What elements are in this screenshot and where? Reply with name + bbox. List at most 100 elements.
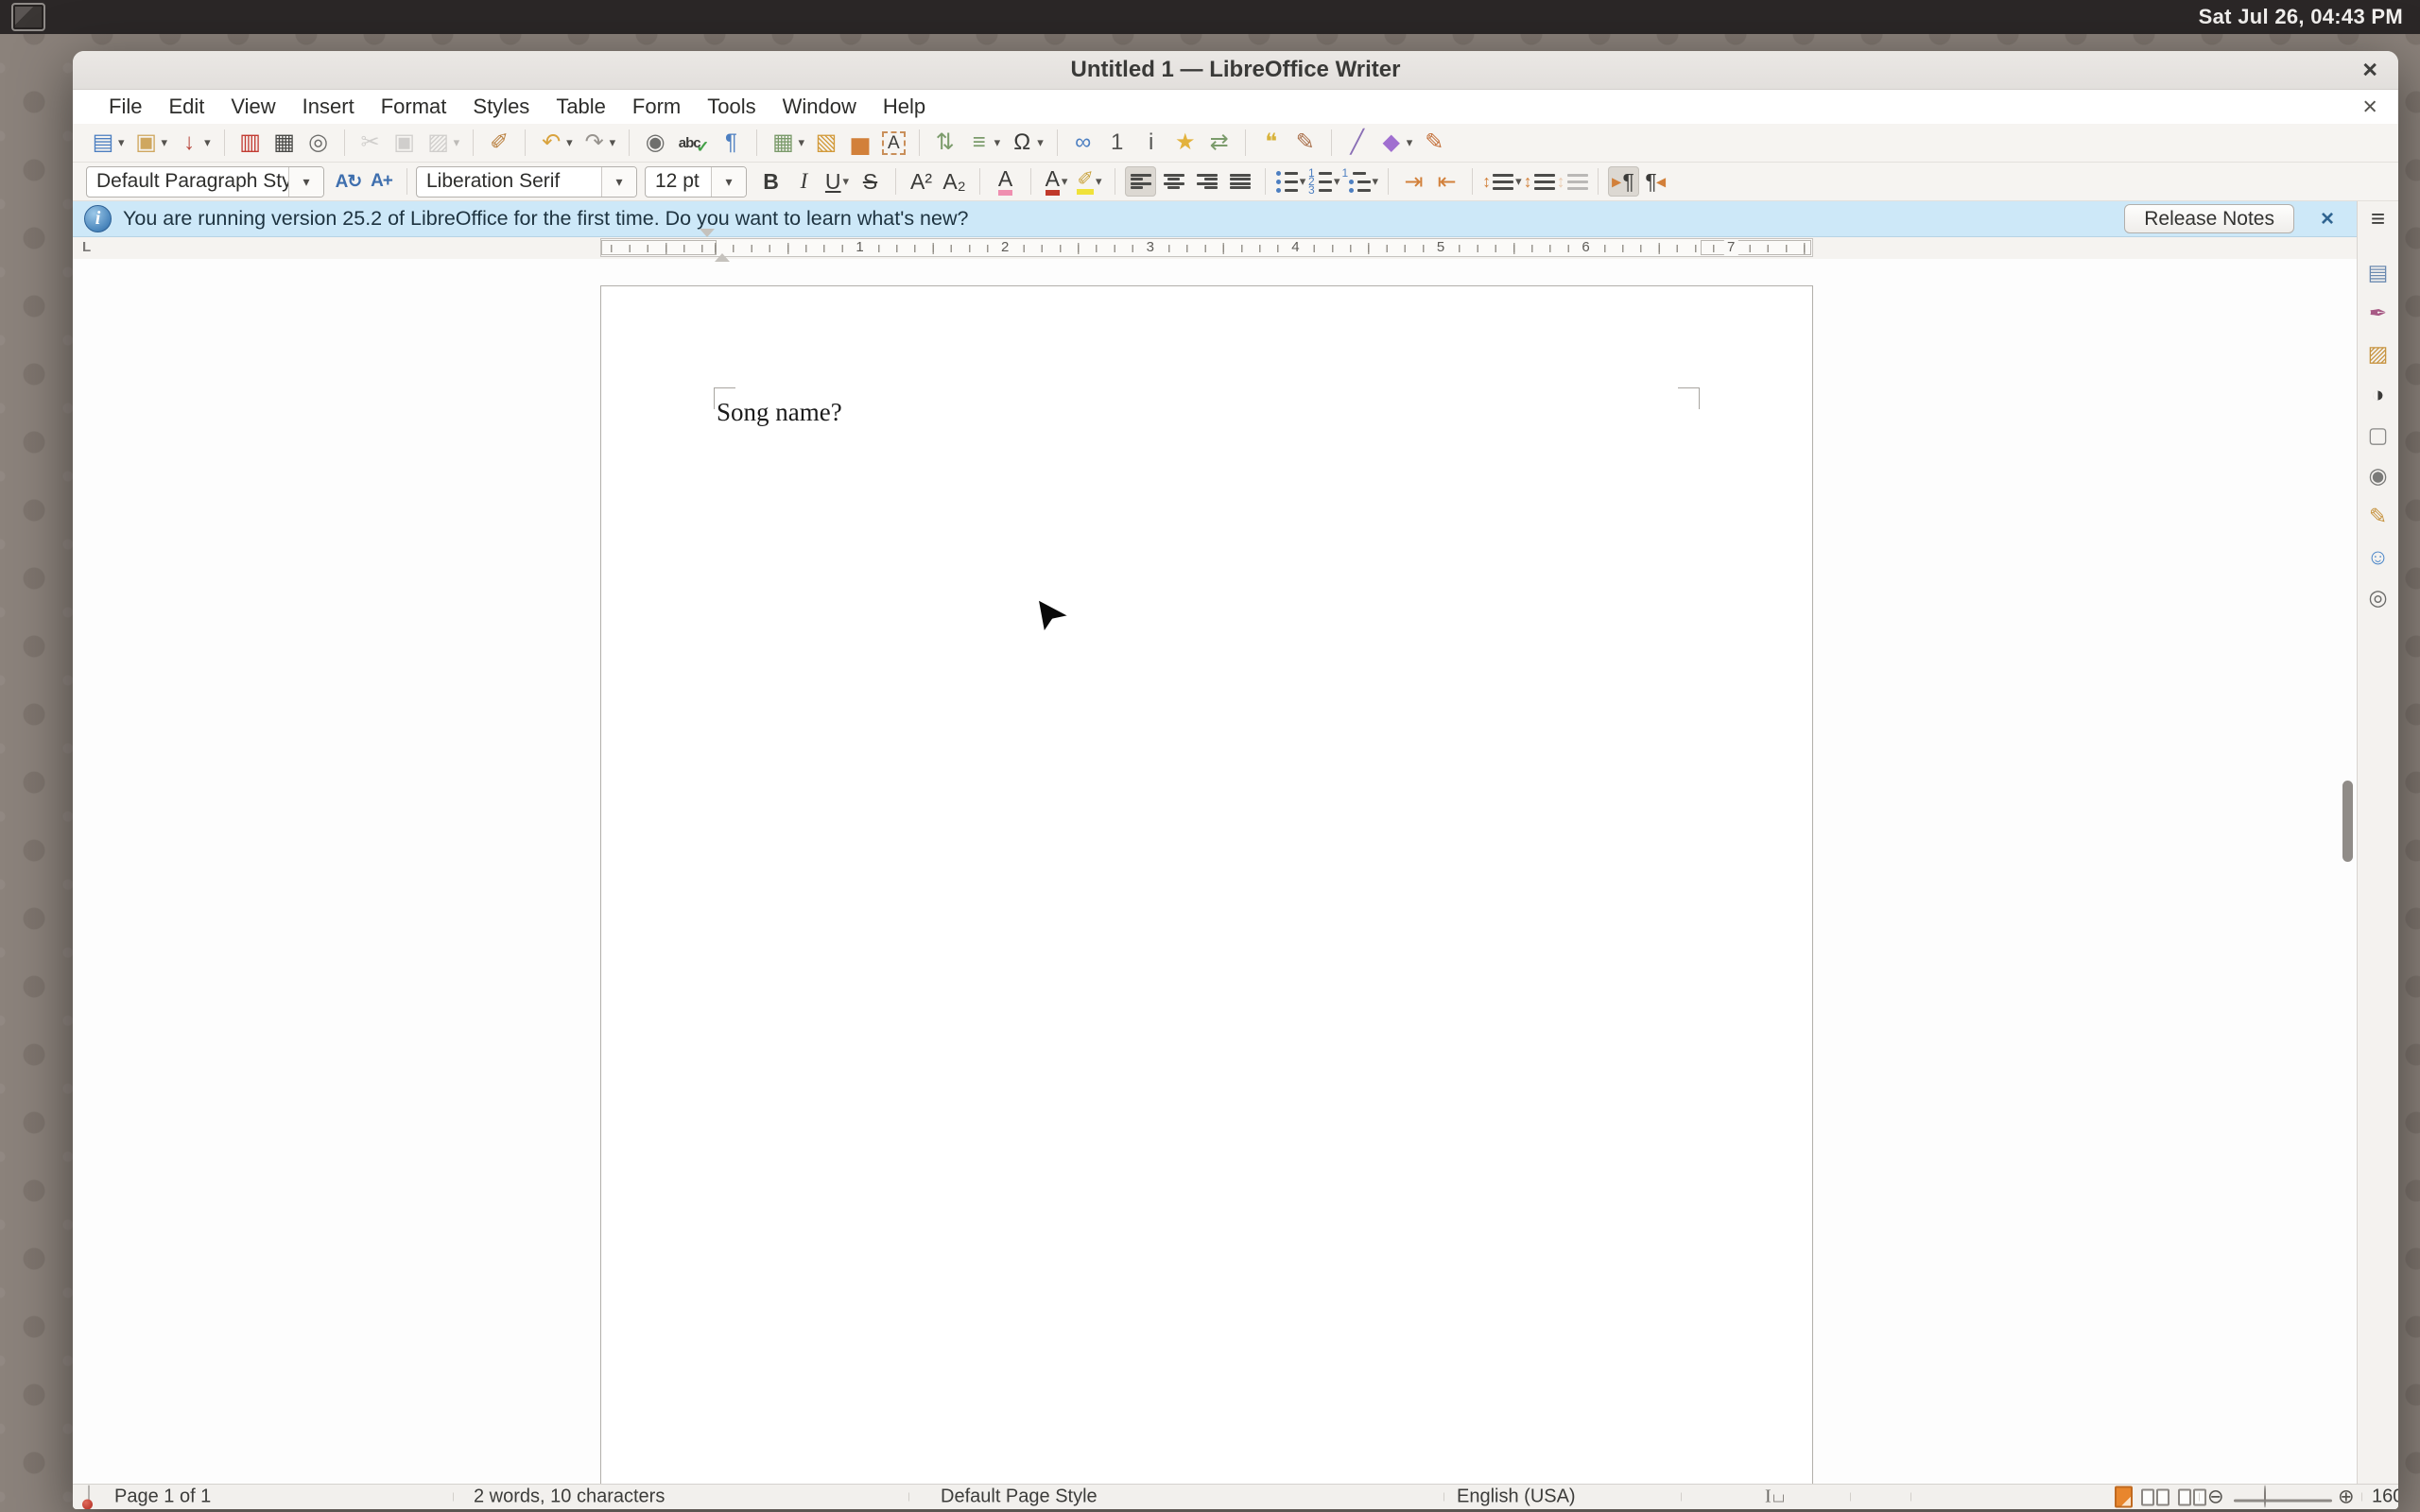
- menu-form[interactable]: Form: [619, 90, 694, 124]
- insert-line-button[interactable]: ╱: [1341, 127, 1374, 159]
- status-page-style[interactable]: Default Page Style: [941, 1486, 1098, 1508]
- sidebar-tab-accessibility-check[interactable]: ☺: [2363, 543, 2394, 572]
- paste-button[interactable]: ▨▾: [423, 127, 464, 159]
- increase-paragraph-spacing-button[interactable]: ↕: [1524, 166, 1555, 197]
- sidebar-tab-manage-changes[interactable]: ✎: [2363, 503, 2394, 531]
- outline-list-button[interactable]: 1 ▾: [1342, 166, 1379, 197]
- line-spacing-dropdown[interactable]: ▾: [1515, 174, 1522, 189]
- document-close-button[interactable]: ×: [2362, 94, 2377, 120]
- zoom-in-button[interactable]: ⊕: [2338, 1486, 2355, 1509]
- paragraph-style-dropdown-icon[interactable]: ▾: [288, 167, 323, 197]
- highlight-color-dropdown[interactable]: ▾: [1096, 174, 1102, 189]
- decrease-paragraph-spacing-button[interactable]: ↕: [1557, 166, 1588, 197]
- status-zoom-level[interactable]: 160%: [2372, 1486, 2398, 1508]
- undo-button[interactable]: ↶▾: [535, 127, 577, 159]
- left-to-right-button[interactable]: ▸¶: [1608, 166, 1639, 197]
- track-changes-button[interactable]: ✎: [1289, 127, 1322, 159]
- menu-tools[interactable]: Tools: [694, 90, 769, 124]
- open-dropdown[interactable]: ▾: [162, 135, 168, 150]
- underline-button[interactable]: U▾: [821, 166, 853, 197]
- status-language[interactable]: English (USA): [1457, 1486, 1576, 1508]
- menu-format[interactable]: Format: [368, 90, 460, 124]
- formatting-marks-button[interactable]: ¶: [715, 127, 747, 159]
- justify-button[interactable]: [1224, 166, 1255, 197]
- subscript-button[interactable]: A₂: [939, 166, 970, 197]
- align-right-button[interactable]: [1191, 166, 1222, 197]
- print-button[interactable]: ▦: [268, 127, 301, 159]
- font-color-dropdown[interactable]: ▾: [1062, 174, 1068, 189]
- line-spacing-button[interactable]: ↕▾: [1482, 166, 1522, 197]
- new-style-button[interactable]: A+: [366, 166, 397, 197]
- insert-chart-button[interactable]: ▅: [844, 127, 876, 159]
- find-and-replace-button[interactable]: ◉: [639, 127, 671, 159]
- redo-dropdown[interactable]: ▾: [610, 135, 616, 150]
- insert-cross-reference-button[interactable]: ⇄: [1203, 127, 1236, 159]
- vertical-scrollbar-thumb[interactable]: [2342, 781, 2353, 862]
- show-draw-functions-button[interactable]: ✎: [1418, 127, 1450, 159]
- indent-marker[interactable]: [700, 237, 730, 254]
- single-page-view-button[interactable]: [2115, 1486, 2133, 1508]
- status-word-count[interactable]: 2 words, 10 characters: [474, 1486, 665, 1508]
- zoom-slider-track[interactable]: [2234, 1500, 2332, 1503]
- font-size-dropdown-icon[interactable]: ▾: [711, 167, 746, 197]
- font-color-button[interactable]: A▾: [1041, 166, 1072, 197]
- highlight-color-button[interactable]: ✐▾: [1074, 166, 1105, 197]
- insert-field-dropdown[interactable]: ▾: [994, 135, 1001, 150]
- release-notes-button[interactable]: Release Notes: [2124, 204, 2294, 233]
- sidebar-tab-properties[interactable]: ▤: [2363, 259, 2394, 287]
- unordered-list-button[interactable]: ▾: [1275, 166, 1306, 197]
- menu-window[interactable]: Window: [769, 90, 870, 124]
- export-pdf-button[interactable]: ▥: [234, 127, 267, 159]
- insert-page-break-button[interactable]: ⇅: [929, 127, 961, 159]
- cut-button[interactable]: ✂: [354, 127, 387, 159]
- title-bar[interactable]: Untitled 1 — LibreOffice Writer ×: [73, 51, 2398, 90]
- sidebar-settings-icon[interactable]: ≡: [2371, 205, 2385, 232]
- menu-edit[interactable]: Edit: [155, 90, 217, 124]
- document-modified-icon[interactable]: [88, 1486, 90, 1508]
- menu-view[interactable]: View: [217, 90, 288, 124]
- zoom-out-button[interactable]: ⊖: [2207, 1486, 2224, 1509]
- insert-endnote-button[interactable]: i: [1135, 127, 1167, 159]
- panel-clock[interactable]: Sat Jul 26, 04:43 PM: [2199, 5, 2403, 29]
- spelling-button[interactable]: abc✓: [673, 127, 713, 159]
- undo-dropdown[interactable]: ▾: [566, 135, 573, 150]
- insert-table-dropdown[interactable]: ▾: [798, 135, 804, 150]
- paragraph-style-combo[interactable]: Default Paragraph Style ▾: [86, 166, 324, 198]
- menu-file[interactable]: File: [95, 90, 155, 124]
- insert-image-button[interactable]: ▧: [810, 127, 842, 159]
- document-page[interactable]: Song name?: [600, 285, 1813, 1484]
- ordered-list-dropdown[interactable]: ▾: [1334, 174, 1340, 189]
- insert-field-button[interactable]: ≡▾: [963, 127, 1005, 159]
- insert-hyperlink-button[interactable]: ∞: [1067, 127, 1099, 159]
- clear-formatting-button[interactable]: A: [990, 166, 1021, 197]
- insert-mode-indicator[interactable]: I: [1765, 1486, 1784, 1508]
- font-size-combo[interactable]: 12 pt ▾: [645, 166, 747, 198]
- horizontal-ruler[interactable]: L 1234567: [73, 237, 2357, 259]
- document-view-area[interactable]: Song name?: [73, 259, 2357, 1484]
- outline-list-dropdown[interactable]: ▾: [1373, 174, 1379, 189]
- insert-special-character-button[interactable]: Ω▾: [1006, 127, 1047, 159]
- sidebar-tab-styles[interactable]: ✒: [2363, 300, 2394, 328]
- font-name-combo[interactable]: Liberation Serif ▾: [416, 166, 637, 198]
- status-page-number[interactable]: Page 1 of 1: [114, 1486, 211, 1508]
- unordered-list-dropdown[interactable]: ▾: [1300, 174, 1306, 189]
- menu-table[interactable]: Table: [543, 90, 619, 124]
- update-style-button[interactable]: A↻: [333, 166, 364, 197]
- menu-help[interactable]: Help: [870, 90, 939, 124]
- basic-shapes-button[interactable]: ◆▾: [1375, 127, 1417, 159]
- insert-table-button[interactable]: ▦▾: [767, 127, 808, 159]
- increase-indent-button[interactable]: ⇥: [1398, 166, 1429, 197]
- save-dropdown[interactable]: ▾: [204, 135, 211, 150]
- insert-text-box-button[interactable]: A: [878, 127, 909, 159]
- sidebar-tab-gallery[interactable]: ▨: [2363, 340, 2394, 369]
- new-document-dropdown[interactable]: ▾: [118, 135, 125, 150]
- align-center-button[interactable]: [1158, 166, 1189, 197]
- right-to-left-button[interactable]: ¶◂: [1641, 166, 1672, 197]
- tab-stop-type-indicator[interactable]: L: [82, 239, 91, 255]
- sidebar-tab-page[interactable]: ▢: [2363, 421, 2394, 450]
- sidebar-tab-find[interactable]: ◎: [2363, 584, 2394, 612]
- sidebar-tab-style-inspector[interactable]: ◉: [2363, 462, 2394, 490]
- ordered-list-button[interactable]: 123 ▾: [1308, 166, 1340, 197]
- new-document-button[interactable]: ▤▾: [87, 127, 129, 159]
- basic-shapes-dropdown[interactable]: ▾: [1407, 135, 1413, 150]
